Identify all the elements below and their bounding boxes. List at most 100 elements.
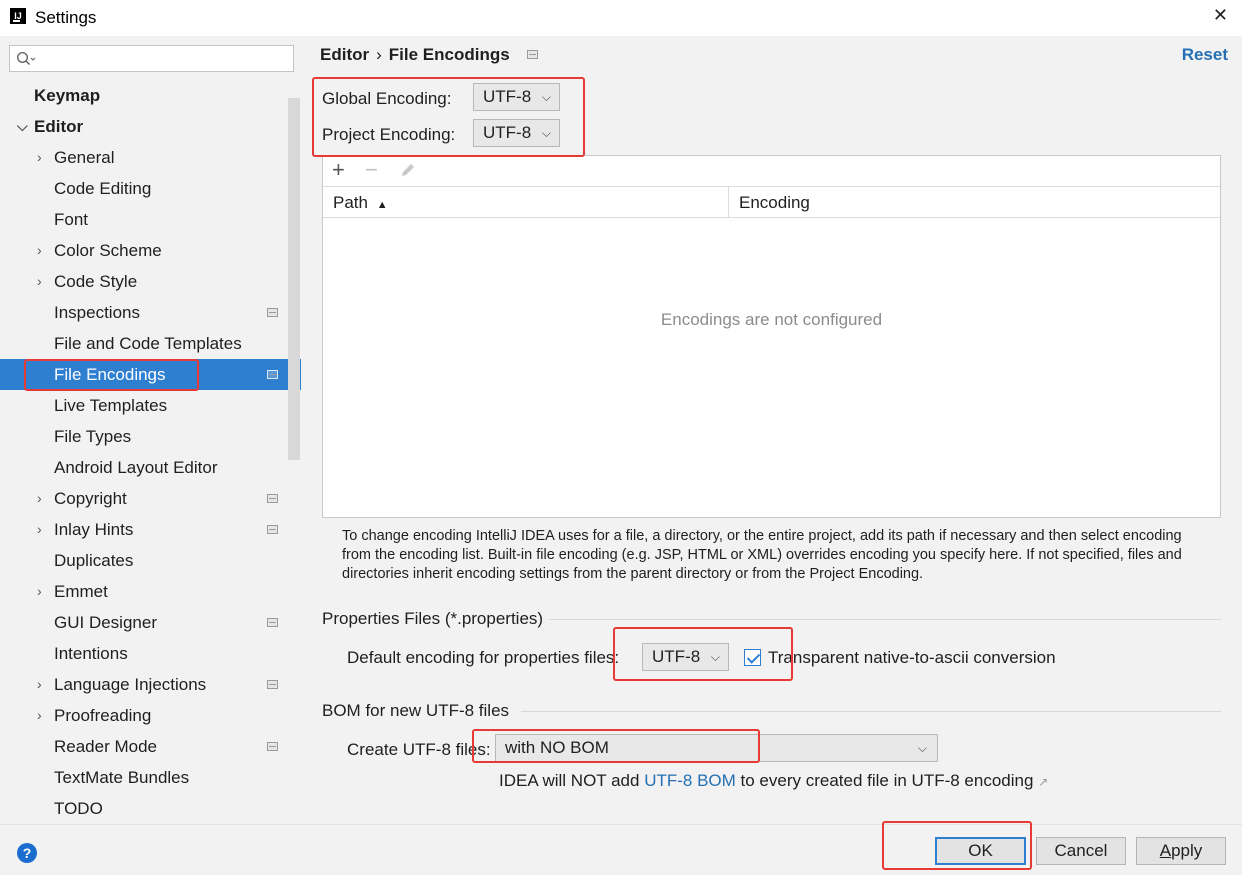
tree-item-file-encodings[interactable]: File Encodings bbox=[0, 359, 301, 390]
file-encodings-panel: Editor › File Encodings Reset Global Encod… bbox=[301, 36, 1242, 824]
tree-item-language-injections[interactable]: › Language Injections bbox=[0, 669, 288, 700]
tree-item-label: File Types bbox=[54, 427, 132, 446]
bom-note: IDEA will NOT add UTF-8 BOM to every cre… bbox=[499, 771, 1048, 791]
tree-item-color-scheme[interactable]: › Color Scheme bbox=[0, 235, 288, 266]
tree-item-label: Language Injections bbox=[54, 675, 207, 694]
external-link-icon[interactable]: ↗ bbox=[1038, 775, 1048, 789]
tree-item-file-types[interactable]: File Types bbox=[0, 421, 288, 452]
native-to-ascii-label[interactable]: Transparent native-to-ascii conversion bbox=[768, 648, 1056, 668]
create-utf8-label: Create UTF-8 files: bbox=[347, 740, 491, 759]
apply-mnemonic: A bbox=[1159, 841, 1172, 860]
encoding-help-text: To change encoding IntelliJ IDEA uses fo… bbox=[342, 528, 1182, 582]
ok-button[interactable]: OK bbox=[935, 837, 1026, 865]
chevron-down-icon: ⌵ bbox=[541, 126, 551, 140]
tree-item-label: Inlay Hints bbox=[54, 520, 134, 539]
column-header-path[interactable]: Path ▲ bbox=[323, 187, 728, 218]
edit-pencil-icon[interactable] bbox=[399, 159, 417, 185]
tree-item-duplicates[interactable]: Duplicates bbox=[0, 545, 288, 576]
settings-search-input[interactable] bbox=[9, 45, 294, 72]
tree-item-editor[interactable]: ⌵ Editor bbox=[0, 111, 288, 142]
chevron-right-icon[interactable]: › bbox=[37, 669, 42, 700]
project-scope-icon bbox=[267, 494, 278, 503]
tree-item-code-style[interactable]: › Code Style bbox=[0, 266, 288, 297]
tree-item-todo[interactable]: TODO bbox=[0, 793, 288, 824]
tree-item-reader-mode[interactable]: Reader Mode bbox=[0, 731, 288, 762]
breadcrumb-separator: › bbox=[376, 45, 382, 64]
tree-item-font[interactable]: Font bbox=[0, 204, 288, 235]
tree-item-copyright[interactable]: › Copyright bbox=[0, 483, 288, 514]
tree-item-code-editing[interactable]: Code Editing bbox=[0, 173, 288, 204]
reset-link[interactable]: Reset bbox=[1182, 45, 1228, 65]
global-encoding-select[interactable]: UTF-8 ⌵ bbox=[473, 83, 560, 111]
apply-button[interactable]: Apply bbox=[1136, 837, 1226, 865]
dialog-button-bar: ? OK Cancel Apply bbox=[0, 824, 1242, 875]
bom-note-prefix: IDEA will NOT add bbox=[499, 771, 645, 790]
column-header-encoding[interactable]: Encoding bbox=[729, 187, 1219, 218]
properties-encoding-select[interactable]: UTF-8 ⌵ bbox=[642, 643, 729, 671]
tree-item-emmet[interactable]: › Emmet bbox=[0, 576, 288, 607]
tree-item-keymap[interactable]: Keymap bbox=[0, 80, 288, 111]
tree-item-file-and-code-templates[interactable]: File and Code Templates bbox=[0, 328, 288, 359]
native-to-ascii-checkbox[interactable] bbox=[744, 649, 761, 666]
help-icon[interactable]: ? bbox=[17, 843, 37, 863]
project-scope-icon bbox=[267, 618, 278, 627]
chevron-right-icon[interactable]: › bbox=[37, 266, 42, 297]
tree-item-label: Android Layout Editor bbox=[54, 458, 218, 477]
search-icon bbox=[16, 51, 36, 66]
path-encodings-table: + − Path ▲ Encoding Encodings are not co… bbox=[322, 155, 1221, 518]
utf8-bom-link[interactable]: UTF-8 BOM bbox=[644, 771, 736, 790]
cancel-button[interactable]: Cancel bbox=[1036, 837, 1126, 865]
chevron-right-icon[interactable]: › bbox=[37, 142, 42, 173]
tree-item-label: Code Style bbox=[54, 272, 138, 291]
sort-ascending-icon: ▲ bbox=[376, 199, 388, 211]
settings-sidebar: Keymap ⌵ Editor › General Code Editing F… bbox=[0, 36, 301, 824]
project-encoding-select[interactable]: UTF-8 ⌵ bbox=[473, 119, 560, 147]
bom-select-value: with NO BOM bbox=[505, 738, 609, 757]
tree-item-proofreading[interactable]: › Proofreading bbox=[0, 700, 288, 731]
chevron-right-icon[interactable]: › bbox=[37, 700, 42, 731]
chevron-right-icon[interactable]: › bbox=[37, 576, 42, 607]
table-toolbar: + − bbox=[323, 156, 1220, 187]
close-icon[interactable]: ✕ bbox=[1213, 5, 1228, 26]
remove-icon[interactable]: − bbox=[365, 157, 378, 183]
tree-item-label: Copyright bbox=[54, 489, 127, 508]
section-divider bbox=[521, 711, 1221, 712]
tree-item-live-templates[interactable]: Live Templates bbox=[0, 390, 288, 421]
chevron-right-icon[interactable]: › bbox=[37, 514, 42, 545]
tree-item-label: Color Scheme bbox=[54, 241, 162, 260]
chevron-right-icon[interactable]: › bbox=[37, 483, 42, 514]
project-scope-icon bbox=[267, 308, 278, 317]
column-header-path-label: Path bbox=[333, 193, 368, 212]
tree-item-textmate-bundles[interactable]: TextMate Bundles bbox=[0, 762, 288, 793]
breadcrumb: Editor › File Encodings bbox=[320, 45, 538, 65]
bom-select[interactable]: with NO BOM ⌵ bbox=[495, 734, 938, 762]
sidebar-scrollbar[interactable] bbox=[288, 98, 300, 460]
tree-item-label: Emmet bbox=[54, 582, 108, 601]
chevron-down-icon[interactable]: ⌵ bbox=[17, 111, 28, 142]
properties-section-title: Properties Files (*.properties) bbox=[322, 609, 544, 628]
global-encoding-value: UTF-8 bbox=[483, 87, 532, 106]
bom-section-title: BOM for new UTF-8 files bbox=[322, 701, 510, 720]
tree-item-label: Editor bbox=[34, 117, 84, 136]
project-scope-icon bbox=[267, 370, 278, 379]
tree-item-inlay-hints[interactable]: › Inlay Hints bbox=[0, 514, 288, 545]
tree-item-label: Keymap bbox=[34, 86, 101, 105]
tree-item-label: Duplicates bbox=[54, 551, 134, 570]
chevron-right-icon[interactable]: › bbox=[37, 235, 42, 266]
tree-item-inspections[interactable]: Inspections bbox=[0, 297, 288, 328]
breadcrumb-current: File Encodings bbox=[388, 45, 510, 64]
table-empty-message: Encodings are not configured bbox=[660, 310, 883, 329]
apply-label-rest: pply bbox=[1171, 841, 1203, 860]
tree-item-label: Proofreading bbox=[54, 706, 152, 725]
tree-item-general[interactable]: › General bbox=[0, 142, 288, 173]
project-encoding-label: Project Encoding: bbox=[322, 125, 456, 144]
tree-item-label: File and Code Templates bbox=[54, 334, 242, 353]
properties-default-label: Default encoding for properties files: bbox=[347, 648, 620, 667]
add-icon[interactable]: + bbox=[332, 157, 345, 183]
tree-item-android-layout-editor[interactable]: Android Layout Editor bbox=[0, 452, 288, 483]
tree-item-label: Live Templates bbox=[54, 396, 168, 415]
tree-item-intentions[interactable]: Intentions bbox=[0, 638, 288, 669]
tree-item-label: Reader Mode bbox=[54, 737, 158, 756]
tree-item-gui-designer[interactable]: GUI Designer bbox=[0, 607, 288, 638]
section-divider bbox=[549, 619, 1221, 620]
